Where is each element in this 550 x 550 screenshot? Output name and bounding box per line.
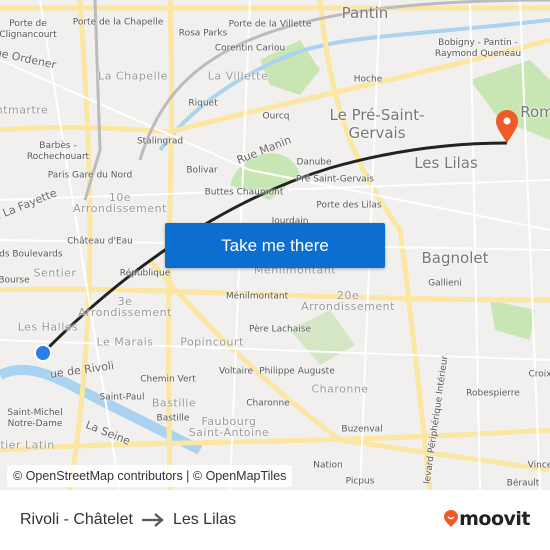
map-label: Charonne [311,382,369,396]
park-pere-lachaise [290,310,355,365]
map-label: Voltaire [218,366,254,377]
map-label: 10e Arrondissement [73,191,167,215]
trip-summary: Rivoli - Châtelet Les Lilas [20,511,236,529]
map-label: Stalingrad [136,136,184,147]
map-label: Nation [313,460,343,471]
map-label: Bérault [506,478,540,489]
map-label: La Chapelle [98,69,168,83]
map-label: rtier Latin [0,438,55,452]
take-me-there-button[interactable]: Take me there [165,223,385,268]
map-label: Gallieni [428,278,462,289]
park [490,300,535,340]
origin-name: Rivoli - Châtelet [20,511,133,528]
map-label: Danube [296,157,332,168]
map-label: Bagnolet [421,249,489,267]
arrow-right-icon [141,513,164,527]
moovit-logo: moovit [443,508,530,530]
map[interactable]: Porte de Clignancourt Porte de la Chapell… [0,0,550,490]
map-label: Pré Saint-Gervais [296,174,374,185]
map-label: Bourse [0,275,30,286]
map-label: Sentier [33,266,77,280]
map-label: Buttes Chaumont [204,187,284,198]
moovit-pin-icon [444,510,459,527]
map-label: Robespierre [466,388,520,399]
map-label: Bastille [156,413,190,424]
map-label: Le Pré-Saint- Gervais [329,106,425,142]
map-label: Paris Gare du Nord [47,170,133,181]
map-label: Charonne [246,398,290,409]
map-label: Popincourt [180,335,244,349]
map-label: Buzenval [341,424,383,435]
map-label: nds Boulevards [0,249,63,260]
map-label: Ourcq [262,111,290,122]
map-label: Bastille [151,396,197,410]
map-attribution[interactable]: © OpenStreetMap contributors | © OpenMap… [7,465,293,487]
map-label: Porte des Lilas [316,200,382,211]
map-label: Porte de la Chapelle [72,17,164,28]
map-label: 20e Arrondissement [301,289,395,313]
map-label: ntmartre [0,103,49,117]
map-label: Croix [528,369,550,380]
map-label: Rom [520,103,550,121]
destination-name: Les Lilas [172,511,237,528]
map-label: Les Halles [17,320,79,334]
map-label: Père Lachaise [249,324,311,335]
map-label: Vince [527,460,550,471]
map-label: Picpus [345,476,375,487]
map-label: Château d'Eau [67,236,133,247]
map-label: Chemin Vert [140,374,196,385]
map-label: Porte de la Villette [228,19,312,30]
map-label: Bolivar [186,165,218,176]
map-label: Philippe Auguste [259,366,335,377]
orange-pin-icon[interactable] [496,110,518,143]
map-label: Ménilmontant [225,291,289,302]
map-label: Saint-Paul [99,392,145,403]
map-label: 3e Arrondissement [78,295,172,319]
map-label: Porte de Clignancourt [0,19,57,40]
moovit-wordmark: moovit [459,508,530,530]
map-label: Hoche [353,74,383,85]
map-label: Riquet [188,98,218,109]
map-label: Bobigny - Pantin - Raymond Queneau [434,38,522,59]
map-label: Saint-Michel Notre-Dame [7,408,63,429]
map-label: La Villette [207,69,269,83]
map-label: Barbès - Rochechouart [26,141,90,162]
blue-dot-icon[interactable] [34,344,52,362]
map-label: Faubourg Saint-Antoine [188,415,270,439]
map-label: Pantin [341,4,389,22]
map-label: Le Marais [96,335,154,349]
map-label: Les Lilas [414,154,478,172]
footer: Rivoli - Châtelet Les Lilas moovit [0,490,550,550]
map-label: République [119,268,171,279]
map-label: Corentin Cariou [214,43,286,54]
map-label: Rosa Parks [178,28,228,39]
